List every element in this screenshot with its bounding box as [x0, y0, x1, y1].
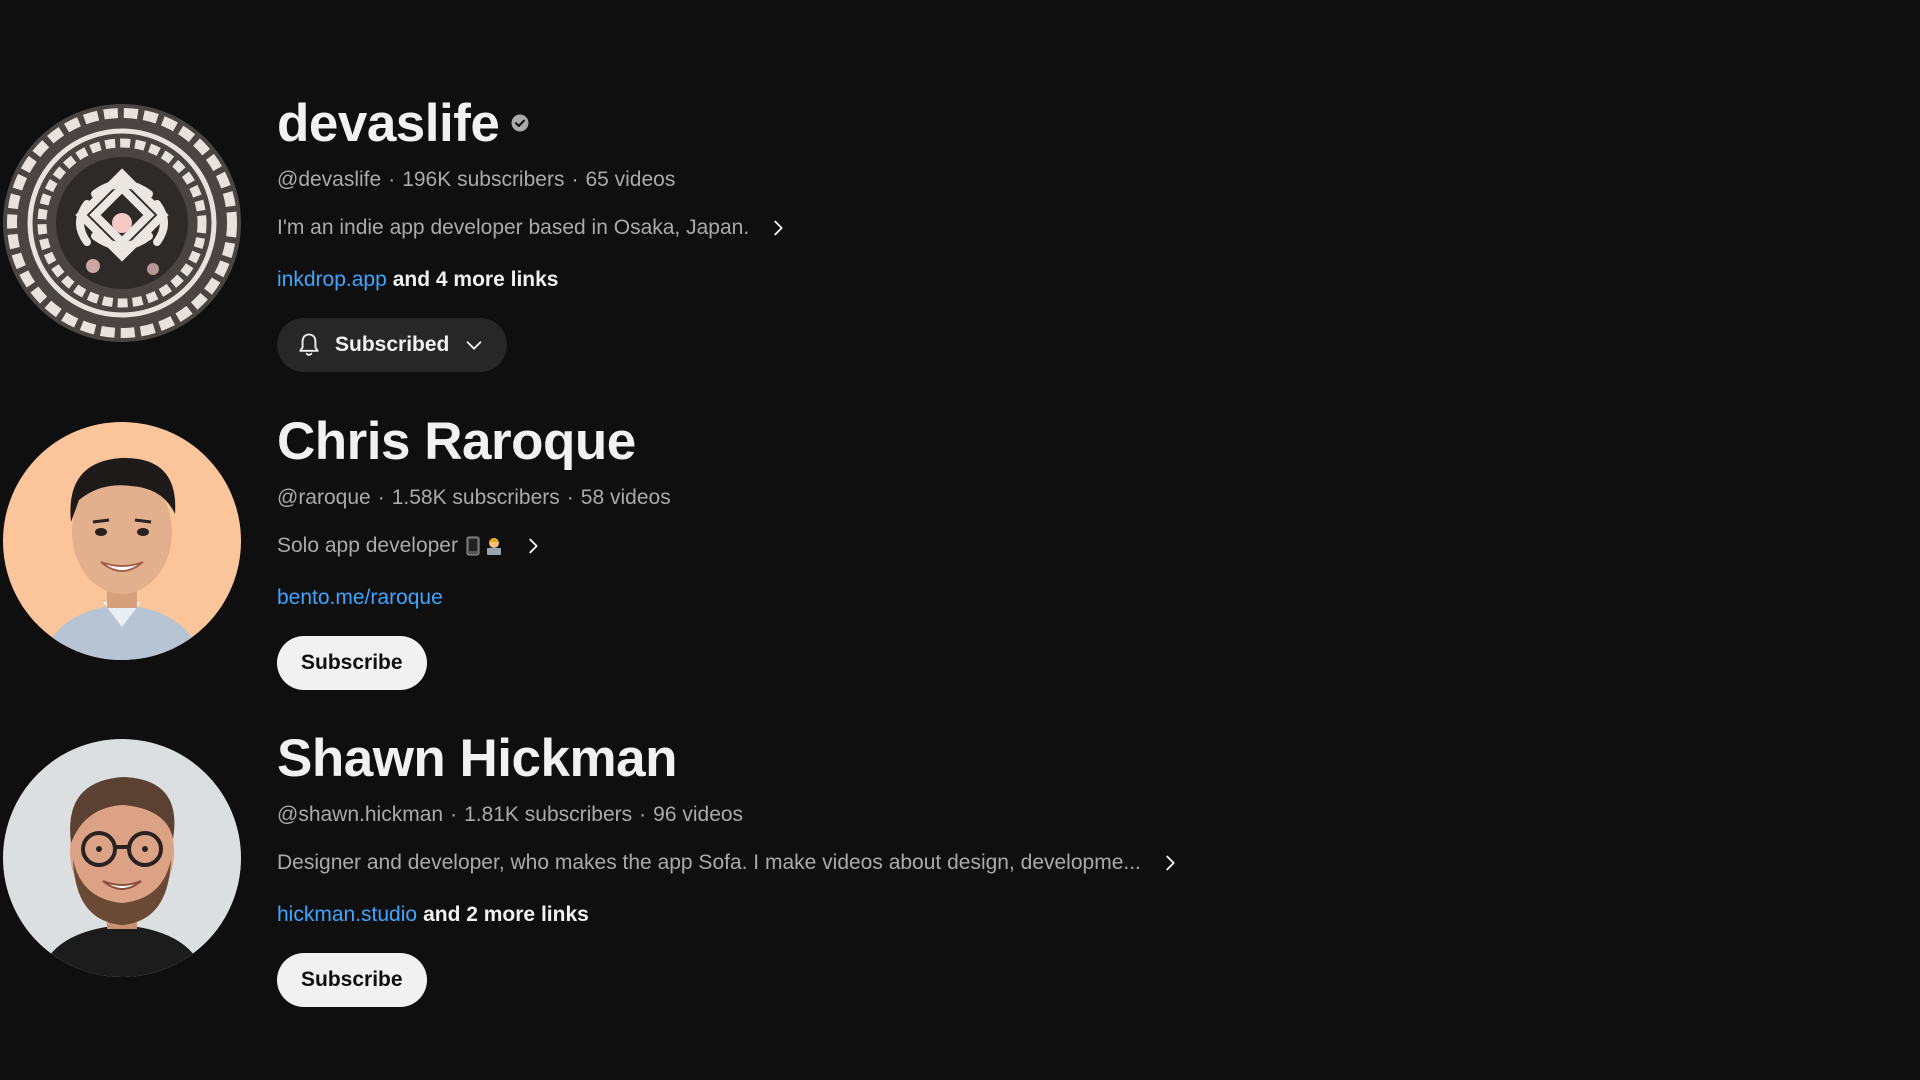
channel-info: Shawn Hickman @shawn.hickman · 1.81K subsc… [277, 725, 1181, 1007]
channel-meta: @shawn.hickman · 1.81K subscribers · 96 vide… [277, 801, 1181, 829]
channel-info: devaslife @devaslife · 196K subscribers · 65… [277, 90, 789, 372]
channel-title-row: devaslife [277, 90, 789, 156]
channel-name[interactable]: Chris Raroque [277, 411, 636, 472]
channel-title-row: Chris Raroque [277, 408, 671, 474]
person-avatar-glasses [3, 739, 241, 977]
video-count: 58 videos [580, 486, 671, 509]
mobile-phone-icon [466, 536, 480, 556]
subscribe-button[interactable]: Subscribe [277, 953, 427, 1007]
verified-check-icon [511, 114, 529, 132]
meta-separator: · [450, 803, 458, 826]
channel-link[interactable]: hickman.studio [277, 903, 417, 926]
channel-description: Solo app developer [277, 534, 458, 557]
chevron-down-icon [467, 341, 482, 350]
subscribe-row: Subscribe [277, 953, 1181, 1007]
channel-meta: @devaslife · 196K subscribers · 65 videos [277, 166, 789, 194]
channel-links: bento.me/raroque [277, 584, 671, 612]
video-count: 96 videos [653, 803, 744, 826]
description-emoji [466, 536, 504, 556]
meta-separator: · [639, 803, 647, 826]
chevron-right-icon[interactable] [767, 217, 789, 239]
channel-avatar[interactable] [3, 422, 241, 660]
channel-link[interactable]: inkdrop.app [277, 268, 387, 291]
channel-description: I'm an indie app developer based in Osak… [277, 216, 750, 239]
channel-info: Chris Raroque @raroque · 1.58K subscribers… [277, 408, 671, 690]
more-links[interactable]: and 4 more links [393, 268, 559, 291]
channel-description-row[interactable]: I'm an indie app developer based in Osak… [277, 214, 789, 242]
channel-handle: @raroque [277, 486, 371, 509]
bell-icon [299, 333, 319, 356]
channel-avatar[interactable] [3, 739, 241, 977]
channel-description-row[interactable]: Designer and developer, who makes the ap… [277, 849, 1181, 877]
channel-handle: @shawn.hickman [277, 803, 444, 826]
subscriber-count: 1.81K subscribers [464, 803, 633, 826]
channel-row-devaslife: devaslife @devaslife · 196K subscribers · 65… [0, 90, 1920, 390]
channel-link[interactable]: bento.me/raroque [277, 586, 443, 609]
channel-name[interactable]: Shawn Hickman [277, 728, 677, 789]
channel-meta: @raroque · 1.58K subscribers · 58 videos [277, 484, 671, 512]
meta-separator: · [571, 168, 579, 191]
channel-description-row[interactable]: Solo app developer [277, 532, 671, 560]
channel-handle: @devaslife [277, 168, 382, 191]
meta-separator: · [566, 486, 574, 509]
chevron-right-icon[interactable] [522, 535, 544, 557]
subscribed-button[interactable]: Subscribed [277, 318, 508, 372]
subscribed-label: Subscribed [335, 333, 450, 356]
person-avatar-peach [3, 422, 241, 660]
subscribe-row: Subscribed [277, 318, 789, 372]
subscriber-count: 1.58K subscribers [391, 486, 560, 509]
channel-row-shawn-hickman: Shawn Hickman @shawn.hickman · 1.81K subsc… [0, 725, 1920, 1025]
channel-avatar[interactable] [3, 104, 241, 342]
channel-row-raroque: Chris Raroque @raroque · 1.58K subscribers… [0, 408, 1920, 708]
subscriber-count: 196K subscribers [402, 168, 565, 191]
technologist-icon [486, 538, 501, 555]
subscribe-button[interactable]: Subscribe [277, 636, 427, 690]
meta-separator: · [388, 168, 396, 191]
channel-links: inkdrop.app and 4 more links [277, 266, 789, 294]
meta-separator: · [377, 486, 385, 509]
channel-name[interactable]: devaslife [277, 93, 500, 154]
chevron-right-icon[interactable] [1159, 852, 1181, 874]
more-links[interactable]: and 2 more links [423, 903, 589, 926]
channel-links: hickman.studio and 2 more links [277, 901, 1181, 929]
video-count: 65 videos [585, 168, 676, 191]
channel-title-row: Shawn Hickman [277, 725, 1181, 791]
channel-description: Designer and developer, who makes the ap… [277, 851, 1141, 874]
subscribe-row: Subscribe [277, 636, 671, 690]
ornamental-emblem-avatar [3, 104, 241, 342]
